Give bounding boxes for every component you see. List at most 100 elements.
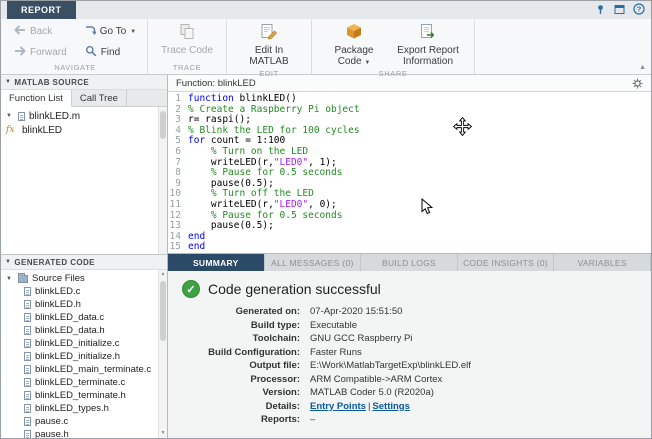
scroll-up-icon[interactable]: ▲ bbox=[159, 270, 167, 279]
file-name: pause.c bbox=[35, 416, 68, 427]
dropdown-caret: ▼ bbox=[364, 60, 370, 66]
source-scrollbar[interactable] bbox=[158, 107, 167, 254]
tab-all-messages-0[interactable]: ALL MESSAGES (0) bbox=[265, 254, 362, 271]
code-panel: Function: blinkLED 1function blinkLED()2… bbox=[168, 75, 651, 253]
info-label: Output file: bbox=[182, 359, 300, 373]
link-settings[interactable]: Settings bbox=[372, 401, 409, 412]
info-value: ARM Compatible->ARM Cortex bbox=[300, 373, 442, 387]
forward-button[interactable]: Forward bbox=[11, 43, 70, 62]
info-row: Details:Entry Points|Settings bbox=[182, 400, 651, 414]
file-item[interactable]: pause.c bbox=[1, 415, 167, 428]
line-number: 11 bbox=[168, 200, 188, 211]
edit-in-matlab-button[interactable]: Edit In MATLAB bbox=[235, 22, 303, 68]
file-list: blinkLED.cblinkLED.hblinkLED_data.cblink… bbox=[1, 285, 167, 438]
info-row: Build Configuration:Faster Runs bbox=[182, 346, 651, 360]
file-icon bbox=[24, 313, 31, 322]
ribbon-toolbar: Back Go To ▼ Forward Find NAVIGATE bbox=[1, 19, 651, 75]
info-value: E:\Work\MatlabTargetExp\blinkLED.elf bbox=[300, 359, 471, 373]
file-item[interactable]: blinkLED.h bbox=[1, 298, 167, 311]
ribbon-tab-row: REPORT ? bbox=[1, 1, 651, 19]
generated-code-header[interactable]: ▼ GENERATED CODE bbox=[1, 255, 167, 270]
code-lines: 1function blinkLED()2% Create a Raspberr… bbox=[168, 94, 651, 253]
link-entry-points[interactable]: Entry Points bbox=[310, 401, 366, 412]
info-value: – bbox=[300, 413, 315, 427]
info-label: Reports: bbox=[182, 413, 300, 427]
gear-icon[interactable] bbox=[632, 78, 643, 89]
tab-variables[interactable]: VARIABLES bbox=[554, 254, 651, 271]
file-icon bbox=[24, 365, 31, 374]
layout-icon[interactable] bbox=[614, 4, 625, 15]
file-item[interactable]: blinkLED_terminate.c bbox=[1, 376, 167, 389]
back-button[interactable]: Back bbox=[11, 22, 70, 41]
file-name: blinkLED.c bbox=[35, 286, 80, 297]
collapse-ribbon-icon[interactable]: ▲ bbox=[639, 64, 646, 71]
goto-button[interactable]: Go To ▼ bbox=[82, 22, 139, 41]
matlab-source-header[interactable]: ▼ MATLAB SOURCE bbox=[1, 75, 167, 90]
tree-item-source-files[interactable]: ▼ Source Files bbox=[1, 272, 167, 285]
scrollbar-thumb[interactable] bbox=[160, 111, 166, 139]
info-value: GNU GCC Raspberry Pi bbox=[300, 332, 412, 346]
package-code-button[interactable]: Package Code ▼ bbox=[320, 22, 388, 68]
main-area: ▼ MATLAB SOURCE Function List Call Tree … bbox=[1, 75, 651, 438]
tab-function-list[interactable]: Function List bbox=[1, 90, 72, 107]
info-row: Reports:– bbox=[182, 413, 651, 427]
info-value: Executable bbox=[300, 319, 357, 333]
info-label: Processor: bbox=[182, 373, 300, 387]
file-item[interactable]: blinkLED_initialize.c bbox=[1, 337, 167, 350]
file-icon bbox=[24, 300, 31, 309]
tab-summary[interactable]: SUMMARY bbox=[168, 254, 265, 271]
tab-code-insights-0[interactable]: CODE INSIGHTS (0) bbox=[458, 254, 555, 271]
group-edit: Edit In MATLAB EDIT bbox=[227, 19, 312, 74]
pin-icon[interactable] bbox=[595, 4, 606, 15]
mfile-icon bbox=[18, 112, 25, 121]
file-item[interactable]: blinkLED_data.h bbox=[1, 324, 167, 337]
code-line: 15end bbox=[168, 242, 651, 253]
export-report-button[interactable]: Export Report Information bbox=[390, 22, 466, 68]
status-row: ✓ Code generation successful bbox=[182, 280, 651, 298]
code-line: 14end bbox=[168, 232, 651, 243]
goto-icon bbox=[85, 25, 96, 39]
scroll-down-icon[interactable]: ▼ bbox=[159, 429, 167, 438]
expander-icon[interactable]: ▼ bbox=[6, 276, 14, 282]
file-item[interactable]: blinkLED_initialize.h bbox=[1, 350, 167, 363]
tab-call-tree[interactable]: Call Tree bbox=[72, 90, 127, 106]
info-row: Processor:ARM Compatible->ARM Cortex bbox=[182, 373, 651, 387]
file-name: blinkLED_main_terminate.c bbox=[35, 364, 151, 375]
group-label-trace: TRACE bbox=[156, 62, 218, 74]
tab-report[interactable]: REPORT bbox=[7, 1, 76, 19]
function-tree: ▼ blinkLED.m fx blinkLED bbox=[1, 107, 167, 254]
tab-build-logs[interactable]: BUILD LOGS bbox=[361, 254, 458, 271]
source-tabs: Function List Call Tree bbox=[1, 90, 167, 107]
info-row: Output file:E:\Work\MatlabTargetExp\blin… bbox=[182, 359, 651, 373]
code-editor[interactable]: 1function blinkLED()2% Create a Raspberr… bbox=[168, 92, 651, 253]
edit-icon bbox=[260, 23, 278, 43]
code-text: end bbox=[188, 242, 205, 253]
file-item[interactable]: blinkLED_terminate.h bbox=[1, 389, 167, 402]
forward-icon bbox=[14, 46, 26, 59]
file-item[interactable]: blinkLED_main_terminate.c bbox=[1, 363, 167, 376]
file-item[interactable]: blinkLED.c bbox=[1, 285, 167, 298]
help-icon[interactable]: ? bbox=[633, 3, 645, 15]
code-line: 13 pause(0.5); bbox=[168, 221, 651, 232]
scrollbar-thumb[interactable] bbox=[160, 281, 166, 341]
info-row: Version:MATLAB Coder 5.0 (R2020a) bbox=[182, 386, 651, 400]
generated-scrollbar[interactable]: ▲ ▼ bbox=[158, 270, 167, 438]
file-icon bbox=[24, 378, 31, 387]
info-value: Entry Points|Settings bbox=[300, 400, 410, 414]
line-number: 15 bbox=[168, 242, 188, 253]
tree-item-blinkled-m[interactable]: ▼ blinkLED.m bbox=[1, 109, 167, 123]
status-text: Code generation successful bbox=[208, 281, 381, 297]
file-name: blinkLED_terminate.h bbox=[35, 390, 126, 401]
info-value: MATLAB Coder 5.0 (R2020a) bbox=[300, 386, 434, 400]
find-button[interactable]: Find bbox=[82, 43, 139, 62]
tree-item-blinkled-fn[interactable]: fx blinkLED bbox=[1, 123, 167, 137]
trace-code-button[interactable]: Trace Code bbox=[156, 22, 218, 56]
export-icon bbox=[419, 23, 437, 43]
collapse-triangle-icon: ▼ bbox=[5, 259, 11, 265]
file-item[interactable]: blinkLED_data.c bbox=[1, 311, 167, 324]
file-item[interactable]: pause.h bbox=[1, 428, 167, 438]
summary-content: ✓ Code generation successful Generated o… bbox=[168, 271, 651, 438]
expander-icon[interactable]: ▼ bbox=[6, 113, 14, 119]
file-item[interactable]: blinkLED_types.h bbox=[1, 402, 167, 415]
left-sidebar: ▼ MATLAB SOURCE Function List Call Tree … bbox=[1, 75, 168, 438]
